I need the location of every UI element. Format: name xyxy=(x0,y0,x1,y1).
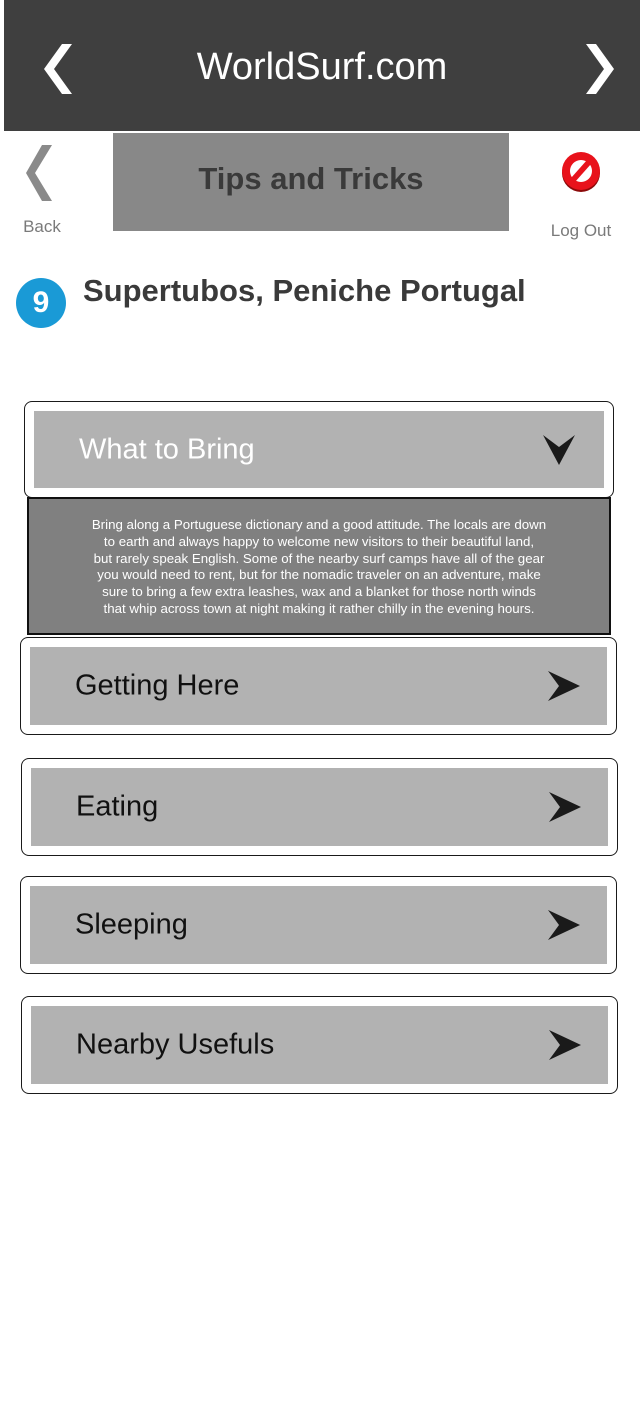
spot-number-badge: 9 xyxy=(16,278,66,328)
section-title-box: Tips and Tricks xyxy=(113,133,509,231)
logout-label: Log Out xyxy=(550,221,612,240)
chevron-down-icon xyxy=(543,434,575,465)
body-line: Bring along a Portuguese dictionary and … xyxy=(91,517,547,532)
body-line: you would need to rent, but for the noma… xyxy=(97,567,541,583)
back-label: Back xyxy=(23,217,61,236)
back-button[interactable]: Back xyxy=(16,143,68,236)
body-line: but rarely speak English. Some of the ne… xyxy=(93,550,545,566)
sub-header: Back Tips and Tricks Log Out xyxy=(0,131,640,240)
prohibited-icon xyxy=(562,152,600,192)
arrow-right-icon xyxy=(549,792,581,822)
accordion-label: Getting Here xyxy=(75,669,240,702)
accordion-eating[interactable]: Eating xyxy=(21,758,618,856)
accordion-label: What to Bring xyxy=(79,433,255,465)
spot-title: Supertubos, Peniche Portugal xyxy=(83,273,526,308)
accordion-label: Nearby Usefuls xyxy=(76,1028,275,1061)
app-title: WorldSurf.com xyxy=(196,46,448,88)
accordion-header: Nearby Usefuls xyxy=(31,1006,608,1084)
chevron-left-icon xyxy=(26,145,52,201)
accordion-header: Sleeping xyxy=(30,886,607,964)
accordion-header: What to Bring xyxy=(34,411,604,488)
what-to-bring-text: Bring along a Portuguese dictionary and … xyxy=(69,517,569,618)
accordion-getting-here[interactable]: Getting Here xyxy=(20,637,617,735)
accordion-label: Sleeping xyxy=(75,908,188,941)
accordion-body-what-to-bring: Bring along a Portuguese dictionary and … xyxy=(27,497,611,635)
accordion-nearby-usefuls[interactable]: Nearby Usefuls xyxy=(21,996,618,1094)
arrow-right-icon xyxy=(548,910,580,940)
arrow-right-icon xyxy=(549,1030,581,1060)
app-header: WorldSurf.com xyxy=(4,0,640,131)
body-line: to earth and always happy to welcome new… xyxy=(103,533,535,549)
accordion-header: Eating xyxy=(31,768,608,846)
chevron-right-icon[interactable] xyxy=(576,42,616,96)
body-line: that whip across town at night making it… xyxy=(103,600,535,616)
accordion-label: Eating xyxy=(76,790,159,823)
body-line: sure to bring a few extra leashes, wax a… xyxy=(102,584,536,600)
section-title: Tips and Tricks xyxy=(198,161,424,196)
accordion-what-to-bring[interactable]: What to Bring xyxy=(24,401,614,498)
logout-button[interactable]: Log Out xyxy=(544,147,618,240)
accordion-sleeping[interactable]: Sleeping xyxy=(20,876,617,974)
accordion-header: Getting Here xyxy=(30,647,607,725)
arrow-right-icon xyxy=(548,671,580,701)
